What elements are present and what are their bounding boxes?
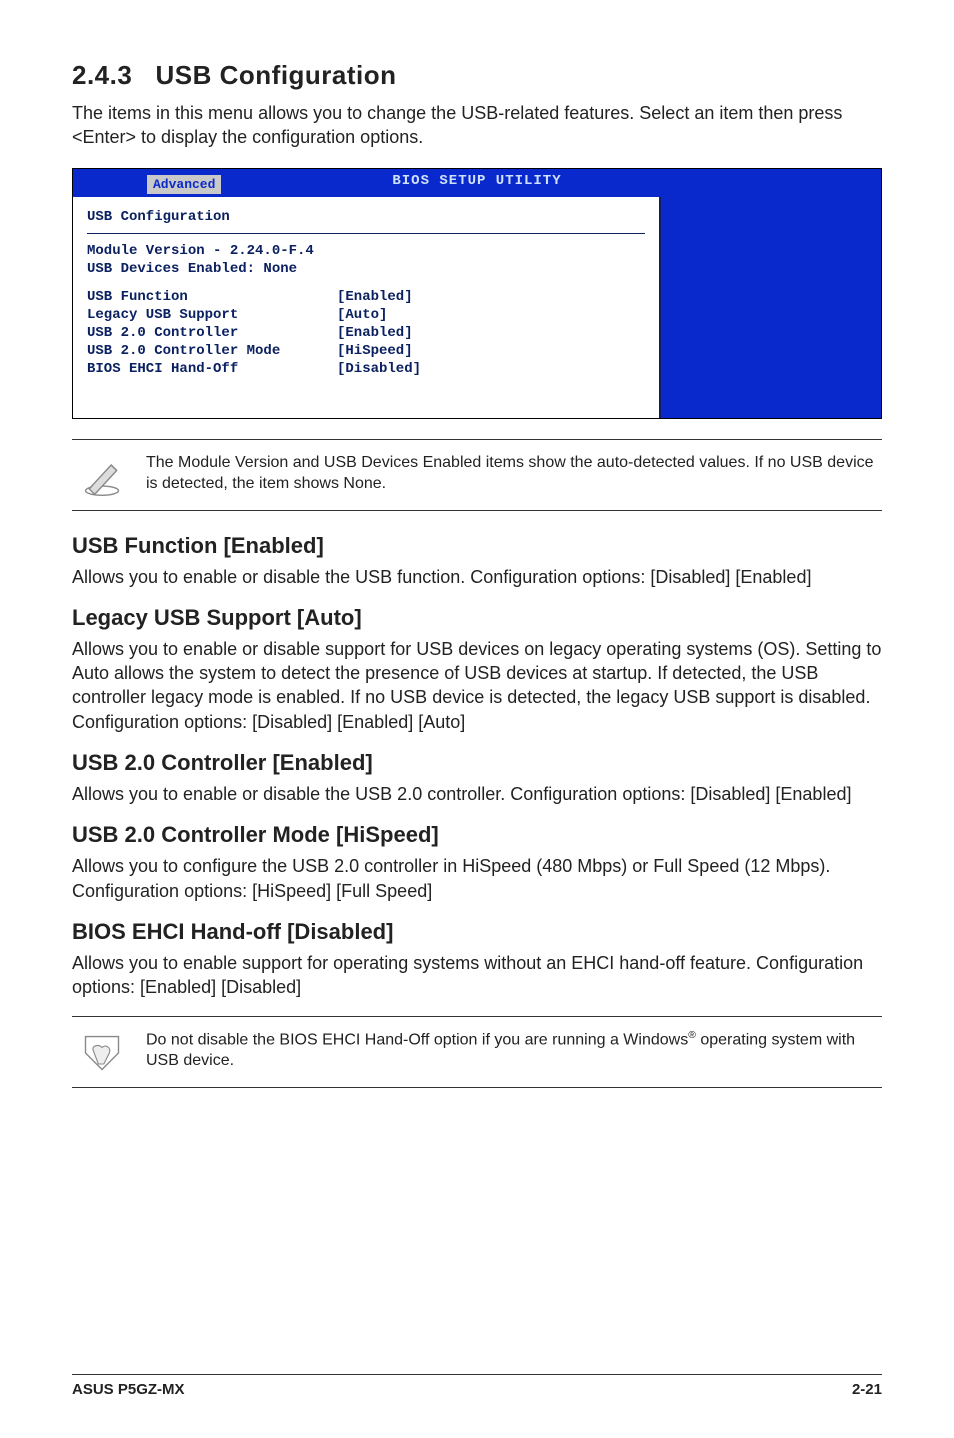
feature-block: USB Function [Enabled] Allows you to ena… — [72, 533, 882, 589]
bios-body: USB Configuration Module Version - 2.24.… — [73, 197, 881, 418]
bios-row-value: [HiSpeed] — [337, 343, 413, 359]
section-intro: The items in this menu allows you to cha… — [72, 101, 882, 150]
feature-body: Allows you to enable or disable the USB … — [72, 782, 882, 806]
feature-body: Allows you to enable support for operati… — [72, 951, 882, 1000]
bios-row-value: [Enabled] — [337, 325, 413, 341]
bios-row-key: Legacy USB Support — [87, 307, 337, 323]
footer-left: ASUS P5GZ-MX — [72, 1381, 185, 1398]
bios-tab-advanced: Advanced — [147, 175, 221, 194]
feature-block: BIOS EHCI Hand-off [Disabled] Allows you… — [72, 919, 882, 1000]
section-title-text: USB Configuration — [156, 60, 397, 90]
registered-symbol: ® — [688, 1030, 696, 1041]
bios-row: USB 2.0 Controller [Enabled] — [87, 324, 645, 342]
feature-body: Allows you to configure the USB 2.0 cont… — [72, 854, 882, 903]
note-text: The Module Version and USB Devices Enabl… — [146, 452, 876, 495]
feature-body: Allows you to enable or disable the USB … — [72, 565, 882, 589]
bios-right-panel — [661, 197, 881, 418]
bios-header: BIOS SETUP UTILITY Advanced — [73, 169, 881, 197]
section-heading: 2.4.3 USB Configuration — [72, 60, 882, 91]
bios-row: USB 2.0 Controller Mode [HiSpeed] — [87, 342, 645, 360]
bios-devices-enabled: USB Devices Enabled: None — [87, 260, 645, 278]
note-block: The Module Version and USB Devices Enabl… — [72, 439, 882, 511]
note-block: Do not disable the BIOS EHCI Hand-Off op… — [72, 1016, 882, 1088]
bios-module-version: Module Version - 2.24.0-F.4 — [87, 242, 645, 260]
note2-pre: Do not disable the BIOS EHCI Hand-Off op… — [146, 1031, 688, 1048]
caution-hand-icon — [78, 1029, 126, 1075]
bios-row: USB Function [Enabled] — [87, 288, 645, 306]
bios-header-title: BIOS SETUP UTILITY — [392, 173, 561, 189]
feature-title: USB 2.0 Controller [Enabled] — [72, 750, 882, 776]
bios-row-key: USB 2.0 Controller Mode — [87, 343, 337, 359]
bios-left-panel: USB Configuration Module Version - 2.24.… — [73, 197, 661, 418]
bios-screenshot: BIOS SETUP UTILITY Advanced USB Configur… — [72, 168, 882, 419]
feature-title: USB Function [Enabled] — [72, 533, 882, 559]
bios-row-key: USB Function — [87, 289, 337, 305]
feature-block: USB 2.0 Controller [Enabled] Allows you … — [72, 750, 882, 806]
feature-title: BIOS EHCI Hand-off [Disabled] — [72, 919, 882, 945]
bios-row-value: [Auto] — [337, 307, 387, 323]
bios-panel-title: USB Configuration — [87, 207, 645, 234]
bios-row: BIOS EHCI Hand-Off [Disabled] — [87, 360, 645, 378]
feature-title: USB 2.0 Controller Mode [HiSpeed] — [72, 822, 882, 848]
bios-row-value: [Enabled] — [337, 289, 413, 305]
feature-title: Legacy USB Support [Auto] — [72, 605, 882, 631]
feature-block: Legacy USB Support [Auto] Allows you to … — [72, 605, 882, 734]
bios-row-key: USB 2.0 Controller — [87, 325, 337, 341]
section-number: 2.4.3 — [72, 60, 132, 90]
pencil-note-icon — [78, 452, 126, 498]
footer-right: 2-21 — [852, 1381, 882, 1398]
bios-row: Legacy USB Support [Auto] — [87, 306, 645, 324]
feature-block: USB 2.0 Controller Mode [HiSpeed] Allows… — [72, 822, 882, 903]
bios-row-value: [Disabled] — [337, 361, 421, 377]
page-footer: ASUS P5GZ-MX 2-21 — [72, 1374, 882, 1398]
feature-body: Allows you to enable or disable support … — [72, 637, 882, 734]
note-text: Do not disable the BIOS EHCI Hand-Off op… — [146, 1029, 876, 1073]
bios-row-key: BIOS EHCI Hand-Off — [87, 361, 337, 377]
